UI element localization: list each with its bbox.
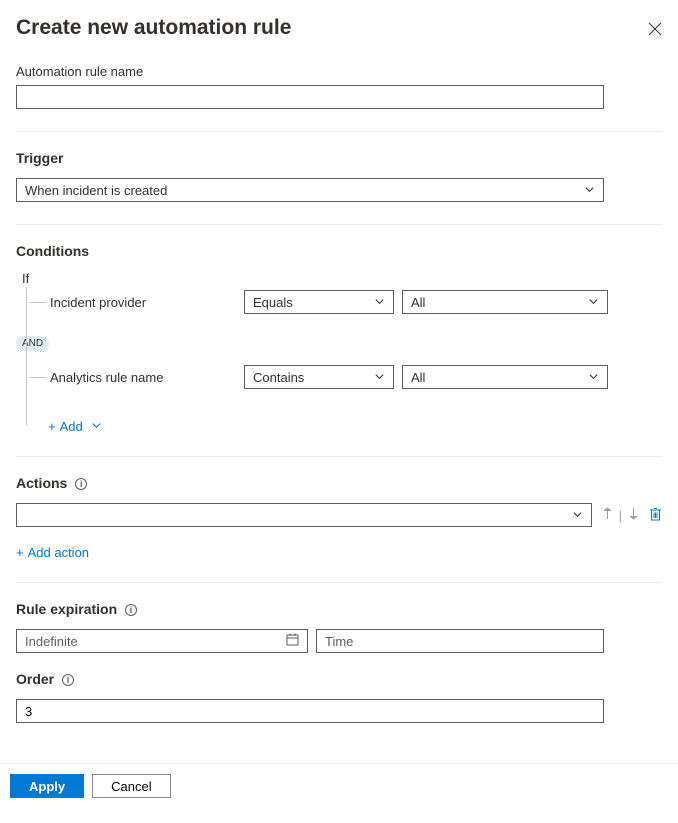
close-icon <box>648 24 662 39</box>
expiration-time-input[interactable]: Time <box>316 629 604 653</box>
move-up-icon <box>602 507 613 523</box>
condition-value-select[interactable]: All <box>402 290 608 314</box>
chevron-down-icon <box>374 295 385 310</box>
apply-button[interactable]: Apply <box>10 774 84 798</box>
page-title: Create new automation rule <box>16 16 291 40</box>
chevron-down-icon <box>588 370 599 385</box>
add-condition-button[interactable]: + Add <box>48 419 102 434</box>
conditions-heading: Conditions <box>16 243 662 259</box>
actions-heading: Actions i <box>16 475 662 491</box>
chevron-down-icon <box>588 295 599 310</box>
plus-icon: + <box>16 545 24 560</box>
expiration-date-input[interactable]: Indefinite <box>16 629 308 653</box>
condition-field-label: Analytics rule name <box>46 370 244 385</box>
close-button[interactable] <box>648 22 662 36</box>
expiration-date-value: Indefinite <box>25 634 78 649</box>
condition-field-label: Incident provider <box>46 295 244 310</box>
expiration-heading: Rule expiration i <box>16 601 662 617</box>
rule-name-input[interactable] <box>16 85 604 109</box>
trigger-heading: Trigger <box>16 150 662 166</box>
add-action-button[interactable]: + Add action <box>16 545 89 560</box>
rule-name-label: Automation rule name <box>16 64 662 79</box>
order-heading: Order i <box>16 671 662 687</box>
chevron-down-icon <box>91 419 102 434</box>
condition-operator-value: Equals <box>253 295 293 310</box>
info-icon[interactable]: i <box>125 604 137 616</box>
if-label: If <box>22 271 662 286</box>
add-action-label: Add action <box>28 545 89 560</box>
action-select[interactable] <box>16 503 592 527</box>
delete-icon[interactable] <box>649 507 662 524</box>
calendar-icon <box>286 633 299 649</box>
trigger-select[interactable]: When incident is created <box>16 178 604 202</box>
condition-operator-value: Contains <box>253 370 304 385</box>
condition-row: Incident provider Equals All <box>20 290 662 314</box>
condition-operator-select[interactable]: Contains <box>244 365 394 389</box>
chevron-down-icon <box>572 508 583 523</box>
condition-operator-select[interactable]: Equals <box>244 290 394 314</box>
condition-row: Analytics rule name Contains All <box>20 365 662 389</box>
order-input[interactable] <box>16 699 604 723</box>
add-condition-label: Add <box>60 419 83 434</box>
info-icon[interactable]: i <box>75 478 87 490</box>
cancel-button[interactable]: Cancel <box>92 774 170 798</box>
condition-value: All <box>411 370 425 385</box>
trigger-value: When incident is created <box>25 183 167 198</box>
plus-icon: + <box>48 419 56 434</box>
move-down-icon <box>628 507 639 523</box>
separator-icon: | <box>619 508 622 523</box>
expiration-time-value: Time <box>325 634 353 649</box>
info-icon[interactable]: i <box>62 674 74 686</box>
chevron-down-icon <box>584 183 595 198</box>
chevron-down-icon <box>374 370 385 385</box>
condition-value: All <box>411 295 425 310</box>
condition-value-select[interactable]: All <box>402 365 608 389</box>
and-badge: AND <box>16 336 49 351</box>
